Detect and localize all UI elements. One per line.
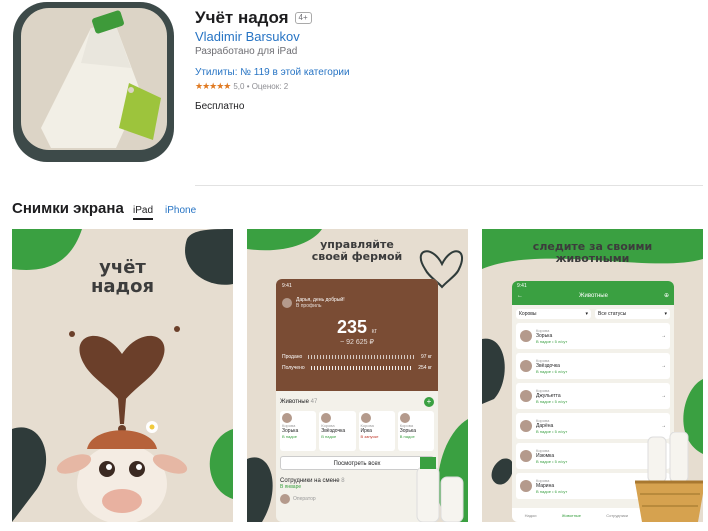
milk-bottle-icon: [41, 10, 161, 148]
app-title-row: Учёт надоя 4+: [195, 8, 312, 28]
user-avatar: [282, 298, 292, 308]
rating-row: ★★★★★ 5,0 • Оценок: 2: [195, 81, 288, 92]
designed-for-label: Разработано для iPad: [195, 46, 298, 57]
staff-role: Оператор: [293, 496, 316, 502]
sold-label: Продано: [282, 354, 303, 360]
list-header: 9:41 ← Животные ⊕: [512, 281, 674, 305]
tab-ipad[interactable]: iPad: [133, 205, 154, 220]
arrow-right-icon: →: [661, 423, 666, 429]
screenshots-heading: Снимки экрана: [12, 200, 124, 217]
arrow-right-icon: →: [661, 363, 666, 369]
add-circle-icon[interactable]: ⊕: [664, 292, 669, 299]
price-label: Бесплатно: [195, 101, 245, 112]
list-item[interactable]: Корова Джульетта В надое • 5 л/сут →: [516, 383, 670, 409]
animal-avatar: [520, 390, 532, 402]
screenshot-2[interactable]: управляйте своей фермой 9:41 Дарья, день…: [247, 229, 468, 522]
animal-avatar: [360, 413, 371, 423]
animal-card[interactable]: Корова Звёздочка В надое: [319, 411, 356, 451]
received-label: Получено: [282, 365, 305, 371]
shot1-title: учёт надоя: [90, 257, 155, 297]
milk-basket-icon: [635, 432, 703, 522]
animal-status: В надое: [321, 434, 337, 439]
status-time: 9:41: [282, 283, 292, 289]
animal-status: В надое • 6 л/сут: [536, 369, 568, 374]
rating-text: 5,0 • Оценок: 2: [233, 82, 289, 91]
milk-total-money: ~ 92 625 ₽: [340, 339, 374, 346]
received-bar: [310, 366, 413, 370]
animal-avatar: [520, 420, 532, 432]
shot2-title: управляйте своей фермой: [311, 238, 403, 263]
screenshot-3[interactable]: следите за своими животными 9:41 ← Живот…: [482, 229, 703, 522]
section-divider: [195, 185, 703, 186]
animal-avatar: [399, 413, 410, 423]
animals-count: 47: [310, 399, 318, 405]
sold-bar: [308, 355, 416, 359]
animals-section-label: Животные: [280, 399, 309, 405]
developer-link[interactable]: Vladimir Barsukov: [195, 29, 300, 44]
staff-avatar: [280, 494, 290, 504]
age-rating-badge: 4+: [294, 12, 312, 24]
animal-avatar: [520, 360, 532, 372]
shot3-title: следите за своими животными: [532, 240, 653, 265]
staff-count: 8: [341, 478, 345, 484]
milk-total-value: 235: [336, 317, 367, 337]
nav-item-staff[interactable]: Сотрудники: [606, 513, 628, 518]
app-title: Учёт надоя: [195, 8, 289, 27]
list-item[interactable]: Корова Зорька В надое • 5 л/сут →: [516, 323, 670, 349]
animal-avatar: [520, 330, 532, 342]
arrow-right-icon: →: [661, 333, 666, 339]
category-rank-link[interactable]: Утилиты: № 119 в этой категории: [195, 67, 350, 78]
screenshot-1[interactable]: учёт надоя: [12, 229, 233, 522]
animal-status: В запуске: [360, 434, 379, 439]
received-value: 254 кг: [418, 365, 432, 371]
animal-status: В надое: [399, 434, 415, 439]
animal-avatar: [520, 480, 532, 492]
filter-status[interactable]: Все статусы ▾: [595, 309, 670, 319]
tab-iphone[interactable]: iPhone: [165, 205, 196, 216]
animal-avatar: [282, 413, 292, 423]
nav-item-animals[interactable]: Животные: [562, 513, 581, 518]
animal-status: В надое • 5 л/сут: [536, 339, 568, 344]
back-arrow-icon[interactable]: ←: [517, 293, 523, 299]
filter-animal-type[interactable]: Коровы ▾: [516, 309, 591, 319]
dashboard-header: 9:41 Дарья, день добрый! В профиль 235 к…: [276, 279, 438, 391]
animal-avatar: [321, 413, 332, 423]
filter-status-value: Все статусы: [598, 311, 627, 317]
status-time: 9:41: [517, 283, 527, 289]
list-item[interactable]: Корова Звёздочка В надое • 6 л/сут →: [516, 353, 670, 379]
animal-status: В надое: [282, 434, 297, 439]
animal-card[interactable]: Корова Ирка В запуске: [358, 411, 395, 451]
nav-item-milk[interactable]: Надои: [525, 513, 537, 518]
milk-bottle-icon: [416, 457, 464, 522]
milk-total-unit: кг: [371, 328, 378, 335]
app-icon: [13, 2, 174, 162]
chevron-down-icon: ▾: [664, 311, 667, 317]
add-animal-button[interactable]: +: [424, 397, 434, 407]
sold-value: 97 кг: [421, 354, 432, 360]
animal-card[interactable]: Корова Зорька В надое: [397, 411, 434, 451]
animal-status: В надое • 5 л/сут: [536, 399, 568, 404]
chevron-down-icon: ▾: [585, 311, 588, 317]
animal-avatar: [520, 450, 532, 462]
rating-stars: ★★★★★: [195, 81, 231, 91]
arrow-right-icon: →: [661, 393, 666, 399]
screen-title: Животные: [579, 292, 608, 299]
profile-link[interactable]: В профиль: [296, 303, 345, 309]
filter-animal-type-value: Коровы: [519, 311, 537, 317]
animal-card[interactable]: Корова Зорька В надое: [280, 411, 317, 451]
